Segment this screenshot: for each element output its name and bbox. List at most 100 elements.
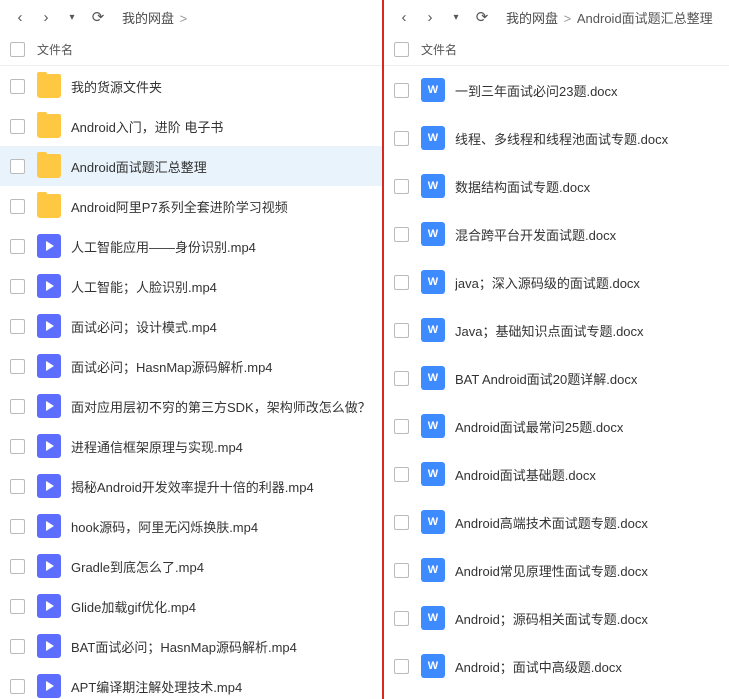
dropdown-icon[interactable]: ▾: [446, 7, 466, 27]
row-checkbox[interactable]: [394, 515, 409, 530]
row-checkbox[interactable]: [10, 279, 25, 294]
row-checkbox[interactable]: [394, 371, 409, 386]
file-row[interactable]: 面试必问；HasnMap源码解析.mp4: [0, 346, 382, 386]
row-checkbox[interactable]: [10, 479, 25, 494]
breadcrumb-root[interactable]: 我的网盘: [506, 11, 558, 26]
breadcrumb-current[interactable]: Android面试题汇总整理: [577, 11, 713, 26]
file-row[interactable]: Android阿里P7系列全套进阶学习视频: [0, 186, 382, 226]
file-row[interactable]: 人工智能；人脸识别.mp4: [0, 266, 382, 306]
video-icon: [37, 434, 61, 458]
row-checkbox[interactable]: [10, 679, 25, 694]
column-header-row: 文件名: [0, 34, 382, 66]
file-name: Android面试基础题.docx: [455, 465, 596, 484]
file-name: Android；面试中高级题.docx: [455, 657, 622, 676]
column-filename[interactable]: 文件名: [37, 41, 73, 58]
row-checkbox[interactable]: [10, 79, 25, 94]
file-row[interactable]: Android入门，进阶 电子书: [0, 106, 382, 146]
file-row[interactable]: 数据结构面试专题.docx: [384, 162, 729, 210]
row-checkbox[interactable]: [10, 639, 25, 654]
video-icon: [37, 514, 61, 538]
word-icon: [421, 558, 445, 582]
file-row[interactable]: 混合跨平台开发面试题.docx: [384, 210, 729, 258]
file-name: 进程通信框架原理与实现.mp4: [71, 437, 243, 456]
file-name: 一到三年面试必问23题.docx: [455, 81, 618, 100]
file-name: Gradle到底怎么了.mp4: [71, 557, 204, 576]
file-row[interactable]: Glide加载gif优化.mp4: [0, 586, 382, 626]
dropdown-icon[interactable]: ▾: [62, 7, 82, 27]
left-pane: ‹ › ▾ ⟳ 我的网盘 > 文件名 我的货源文件夹 Android入门，进阶 电…: [0, 0, 382, 699]
row-checkbox[interactable]: [10, 319, 25, 334]
breadcrumb-root[interactable]: 我的网盘: [122, 11, 174, 26]
row-checkbox[interactable]: [394, 275, 409, 290]
folder-icon: [37, 114, 61, 138]
row-checkbox[interactable]: [394, 467, 409, 482]
file-row[interactable]: 线程、多线程和线程池面试专题.docx: [384, 114, 729, 162]
video-icon: [37, 274, 61, 298]
file-row[interactable]: 人工智能应用——身份识别.mp4: [0, 226, 382, 266]
file-row[interactable]: Android；面试中高级题.docx: [384, 642, 729, 690]
row-checkbox[interactable]: [394, 563, 409, 578]
row-checkbox[interactable]: [10, 239, 25, 254]
forward-button[interactable]: ›: [36, 7, 56, 27]
file-row[interactable]: 揭秘Android开发效率提升十倍的利器.mp4: [0, 466, 382, 506]
file-row[interactable]: APT编译期注解处理技术.mp4: [0, 666, 382, 699]
file-row[interactable]: BAT面试必问；HasnMap源码解析.mp4: [0, 626, 382, 666]
row-checkbox[interactable]: [10, 359, 25, 374]
row-checkbox[interactable]: [10, 399, 25, 414]
row-checkbox[interactable]: [10, 119, 25, 134]
file-row[interactable]: BAT Android面试20题详解.docx: [384, 354, 729, 402]
breadcrumb: 我的网盘 >: [122, 8, 189, 27]
row-checkbox[interactable]: [394, 131, 409, 146]
select-all-checkbox[interactable]: [394, 42, 409, 57]
file-row[interactable]: Android；源码相关面试专题.docx: [384, 594, 729, 642]
file-name: 我的货源文件夹: [71, 77, 162, 96]
row-checkbox[interactable]: [10, 599, 25, 614]
toolbar-right: ‹ › ▾ ⟳ 我的网盘 > Android面试题汇总整理: [384, 0, 729, 34]
file-row[interactable]: hook源码，阿里无闪烁换肤.mp4: [0, 506, 382, 546]
row-checkbox[interactable]: [10, 559, 25, 574]
back-button[interactable]: ‹: [10, 7, 30, 27]
file-row[interactable]: 面试必问；设计模式.mp4: [0, 306, 382, 346]
word-icon: [421, 366, 445, 390]
word-icon: [421, 414, 445, 438]
file-list-left: 我的货源文件夹 Android入门，进阶 电子书Android面试题汇总整理And…: [0, 66, 382, 699]
file-row[interactable]: Android高端技术面试题专题.docx: [384, 498, 729, 546]
row-checkbox[interactable]: [394, 179, 409, 194]
file-row[interactable]: Gradle到底怎么了.mp4: [0, 546, 382, 586]
row-checkbox[interactable]: [10, 519, 25, 534]
file-name: Android面试最常问25题.docx: [455, 417, 623, 436]
row-checkbox[interactable]: [394, 659, 409, 674]
file-row[interactable]: 我的货源文件夹: [0, 66, 382, 106]
select-all-checkbox[interactable]: [10, 42, 25, 57]
word-icon: [421, 270, 445, 294]
back-button[interactable]: ‹: [394, 7, 414, 27]
row-checkbox[interactable]: [10, 159, 25, 174]
row-checkbox[interactable]: [394, 419, 409, 434]
file-row[interactable]: java；深入源码级的面试题.docx: [384, 258, 729, 306]
word-icon: [421, 174, 445, 198]
row-checkbox[interactable]: [394, 323, 409, 338]
row-checkbox[interactable]: [10, 439, 25, 454]
file-row[interactable]: 进程通信框架原理与实现.mp4: [0, 426, 382, 466]
column-filename[interactable]: 文件名: [421, 41, 457, 58]
file-row[interactable]: Android面试题汇总整理: [0, 146, 382, 186]
toolbar-left: ‹ › ▾ ⟳ 我的网盘 >: [0, 0, 382, 34]
file-name: 人工智能；人脸识别.mp4: [71, 277, 217, 296]
file-row[interactable]: 一到三年面试必问23题.docx: [384, 66, 729, 114]
folder-icon: [37, 154, 61, 178]
row-checkbox[interactable]: [394, 227, 409, 242]
refresh-button[interactable]: ⟳: [88, 7, 108, 27]
file-row[interactable]: Java；基础知识点面试专题.docx: [384, 306, 729, 354]
row-checkbox[interactable]: [10, 199, 25, 214]
video-icon: [37, 474, 61, 498]
file-name: Android高端技术面试题专题.docx: [455, 513, 648, 532]
refresh-button[interactable]: ⟳: [472, 7, 492, 27]
forward-button[interactable]: ›: [420, 7, 440, 27]
file-row[interactable]: Android面试最常问25题.docx: [384, 402, 729, 450]
file-row[interactable]: 面对应用层初不穷的第三方SDK，架构师改怎么做？: [0, 386, 382, 426]
row-checkbox[interactable]: [394, 611, 409, 626]
file-row[interactable]: Android面试基础题.docx: [384, 450, 729, 498]
video-icon: [37, 394, 61, 418]
file-row[interactable]: Android常见原理性面试专题.docx: [384, 546, 729, 594]
row-checkbox[interactable]: [394, 83, 409, 98]
